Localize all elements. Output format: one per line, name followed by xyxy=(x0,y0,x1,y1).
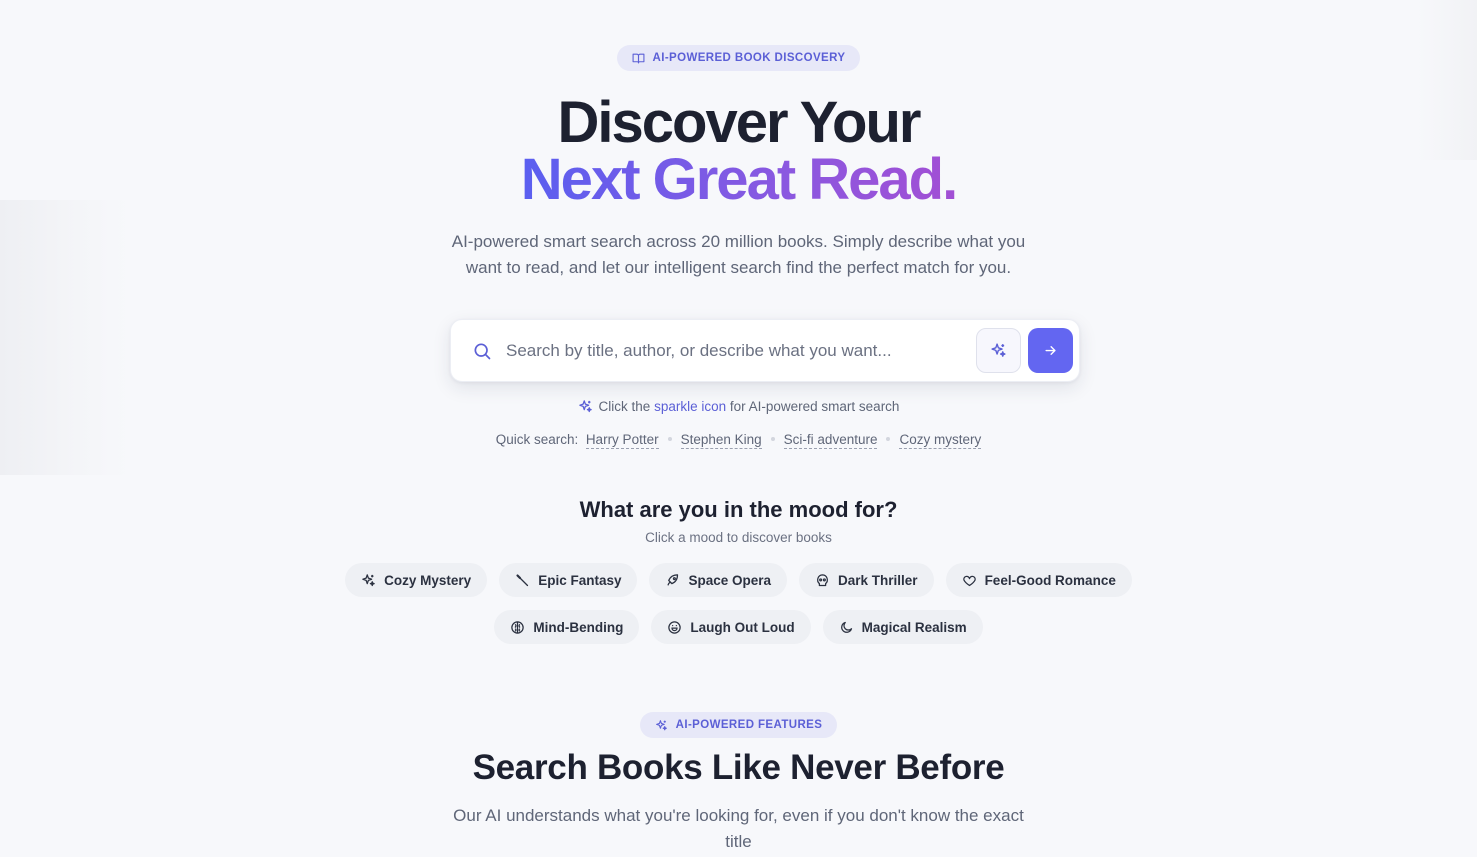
hero-badge: AI-POWERED BOOK DISCOVERY xyxy=(616,45,861,71)
skull-icon xyxy=(817,573,828,586)
hint-text-before: Click the xyxy=(598,399,651,414)
mood-title: What are you in the mood for? xyxy=(579,497,898,522)
hero-subtitle-line1: AI-powered smart search across 20 millio… xyxy=(451,232,1026,251)
mood-chip-label: Laugh Out Loud xyxy=(690,619,795,635)
search-input[interactable] xyxy=(506,334,916,368)
search-icon xyxy=(474,343,491,360)
wand-icon xyxy=(516,573,529,586)
moon-icon xyxy=(840,621,852,633)
hero-subtitle-line2: want to read, and let our intelligent se… xyxy=(465,258,1012,277)
mood-chip-mind-bending[interactable]: Mind-Bending xyxy=(494,610,640,644)
mood-chip-dark-thriller[interactable]: Dark Thriller xyxy=(799,563,934,597)
sparkle-icon xyxy=(655,719,667,730)
separator-dot xyxy=(770,437,775,441)
hero-title-line2: Next Great Read. xyxy=(520,147,958,212)
heart-icon xyxy=(962,575,976,586)
separator-dot xyxy=(667,437,672,441)
mood-row-2: Mind-Bending Laugh Out Loud Magical Real… xyxy=(0,610,1477,644)
brain-icon xyxy=(511,620,525,634)
hero-badge-row: AI-POWERED BOOK DISCOVERY xyxy=(0,45,1477,71)
features-title: Search Books Like Never Before xyxy=(472,748,1005,787)
mood-chip-label: Space Opera xyxy=(688,572,772,588)
quick-search-link[interactable]: Sci-fi adventure xyxy=(783,432,878,449)
mood-chip-label: Mind-Bending xyxy=(533,619,624,635)
mood-chip-label: Epic Fantasy xyxy=(538,572,622,588)
sparkles-icon xyxy=(362,573,375,586)
search-submit-button[interactable] xyxy=(1028,328,1073,373)
ai-search-button[interactable] xyxy=(976,328,1021,373)
hero-badge-label: AI-POWERED BOOK DISCOVERY xyxy=(652,52,846,64)
mood-chip-space-opera[interactable]: Space Opera xyxy=(649,563,788,597)
sparkle-icon xyxy=(991,343,1006,357)
mood-subtitle: Click a mood to discover books xyxy=(645,530,832,545)
mood-chip-laugh-out-loud[interactable]: Laugh Out Loud xyxy=(651,610,811,644)
sparkle-icon xyxy=(578,400,592,413)
quick-search: Quick search: Harry Potter Stephen King Sc… xyxy=(0,432,1477,449)
mood-chip-label: Magical Realism xyxy=(861,619,967,635)
laugh-icon xyxy=(668,620,682,634)
mood-row-1: Cozy Mystery Epic Fantasy Space Opera Da… xyxy=(0,563,1477,597)
rocket-icon xyxy=(667,573,679,585)
mood-chip-label: Cozy Mystery xyxy=(384,572,472,588)
features-subtitle-line1: Our AI understands what you're looking f… xyxy=(453,806,1024,825)
search-bar xyxy=(450,319,1080,382)
arrow-right-icon xyxy=(1045,346,1056,355)
hint-text-accent: sparkle icon xyxy=(654,399,727,414)
mood-chip-epic-fantasy[interactable]: Epic Fantasy xyxy=(499,563,638,597)
features-badge-row: AI-POWERED FEATURES xyxy=(0,712,1477,738)
mood-chip-label: Dark Thriller xyxy=(838,572,918,588)
hero-title-line1: Discover Your xyxy=(557,90,922,155)
hero-title-line2-row: Next Great Read. xyxy=(0,151,1477,209)
features-badge-label: AI-POWERED FEATURES xyxy=(675,719,823,731)
sparkle-hint: Click the sparkle icon for AI-powered sm… xyxy=(0,399,1477,414)
quick-search-link[interactable]: Stephen King xyxy=(680,432,762,449)
features-badge: AI-POWERED FEATURES xyxy=(639,712,838,738)
book-open-icon xyxy=(632,53,644,63)
page: AI-POWERED BOOK DISCOVERY Discover Your … xyxy=(0,0,1477,857)
mood-chip-feel-good-romance[interactable]: Feel-Good Romance xyxy=(945,563,1132,597)
hint-text-after: for AI-powered smart search xyxy=(729,399,900,414)
separator-dot xyxy=(886,437,891,441)
quick-search-label: Quick search: xyxy=(495,432,579,447)
mood-chip-cozy-mystery[interactable]: Cozy Mystery xyxy=(345,563,488,597)
features-subtitle-line2: title xyxy=(725,832,752,851)
mood-chip-magical-realism[interactable]: Magical Realism xyxy=(822,610,983,644)
quick-search-link[interactable]: Cozy mystery xyxy=(899,432,982,449)
quick-search-link[interactable]: Harry Potter xyxy=(585,432,659,449)
mood-chip-label: Feel-Good Romance xyxy=(984,572,1116,588)
